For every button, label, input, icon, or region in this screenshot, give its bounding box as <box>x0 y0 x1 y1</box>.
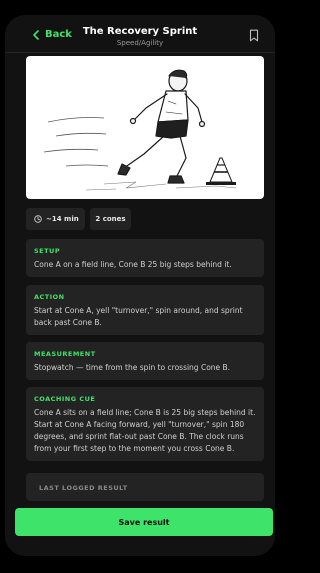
action-label: ACTION <box>34 293 65 301</box>
duration-label: ~14 min <box>46 215 79 223</box>
action-card: ACTION Start at Cone A, yell "turnover,"… <box>26 285 264 335</box>
bookmark-icon <box>249 29 259 42</box>
nav-bar: Back The Recovery Sprint Speed/Agility <box>5 15 275 53</box>
coaching-cue-text: Cone A sits on a field line; Cone B is 2… <box>34 408 256 453</box>
last-result-label: LAST LOGGED RESULT <box>39 484 128 492</box>
nav-divider <box>5 52 275 53</box>
page-title: The Recovery Sprint <box>82 26 198 37</box>
coaching-cue-card: COACHING CUE Cone A sits on a field line… <box>26 387 264 461</box>
save-result-button[interactable]: Save result <box>15 508 273 536</box>
last-result-card: LAST LOGGED RESULT <box>26 473 264 501</box>
coaching-cue-label: COACHING CUE <box>34 395 96 403</box>
equipment-chip: 2 cones <box>90 208 131 230</box>
measurement-card: MEASUREMENT Stopwatch — time from the sp… <box>26 342 264 380</box>
cone-illustration <box>206 157 236 185</box>
measurement-label: MEASUREMENT <box>34 350 96 358</box>
clock-icon <box>34 215 42 223</box>
setup-label: SETUP <box>34 247 61 255</box>
phone-frame: Back The Recovery Sprint Speed/Agility ~… <box>5 15 275 556</box>
duration-chip: ~14 min <box>26 208 85 230</box>
page-subtitle: Speed/Agility <box>116 39 164 47</box>
equipment-label: 2 cones <box>95 215 126 223</box>
drill-illustration <box>26 56 264 199</box>
setup-text: Cone A on a field line, Cone B 25 big st… <box>34 260 232 269</box>
bookmark-button[interactable] <box>249 27 259 46</box>
setup-card: SETUP Cone A on a field line, Cone B 25 … <box>26 239 264 277</box>
measurement-text: Stopwatch — time from the spin to crossi… <box>34 363 231 372</box>
action-text: Start at Cone A, yell "turnover," spin a… <box>34 306 243 327</box>
